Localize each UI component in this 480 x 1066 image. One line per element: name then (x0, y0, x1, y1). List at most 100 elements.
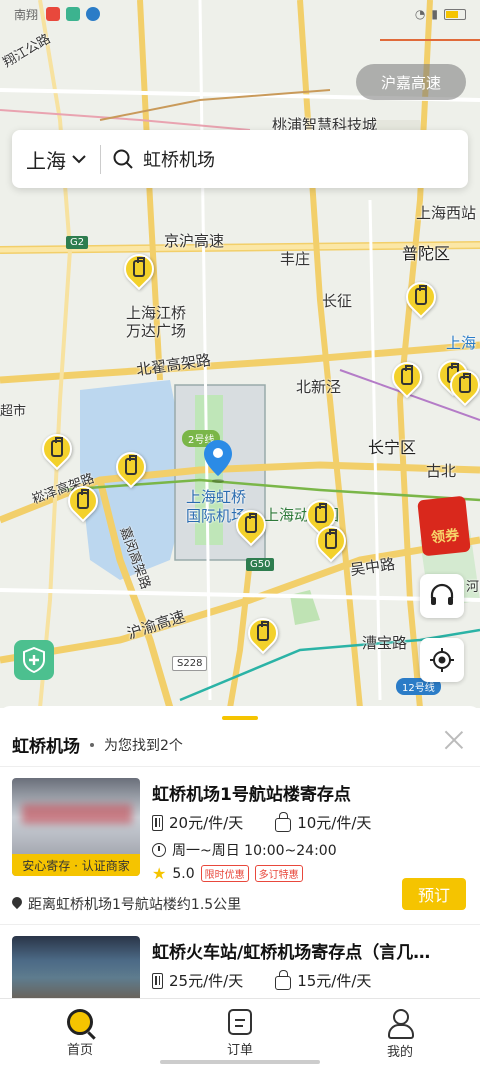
price-row: 25元/件/天 15元/件/天 (152, 969, 372, 991)
bag-price: 10元/件/天 (297, 814, 372, 832)
results-count: 为您找到2个 (104, 737, 183, 754)
map-label-river: 河 (466, 580, 480, 595)
bag-price: 15元/件/天 (297, 972, 372, 990)
city-selector[interactable]: 上海 (26, 144, 101, 174)
distance-row: 距离虹桥机场1号航站楼约1.5公里 (12, 894, 241, 914)
locate-me-button[interactable] (420, 638, 464, 682)
clock-icon (152, 843, 166, 857)
search-query: 虹桥机场 (143, 150, 215, 171)
home-indicator (160, 1060, 320, 1064)
verified-tag: 安心寄存 · 认证商家 (12, 854, 140, 876)
storage-pin[interactable] (385, 355, 429, 402)
tab-home-label: 首页 (66, 1043, 93, 1058)
safety-shield-button[interactable] (14, 640, 54, 680)
order-icon (228, 1009, 252, 1035)
coupon-button[interactable]: 领券 (417, 495, 471, 557)
storage-pin[interactable] (229, 503, 273, 550)
luggage-icon (125, 455, 137, 475)
location-icon (12, 897, 22, 911)
route-pill-label: 沪嘉高速 (380, 73, 441, 92)
storage-pin[interactable] (241, 611, 285, 658)
suitcase-price: 25元/件/天 (169, 972, 244, 990)
promo-badge: 多订特惠 (254, 865, 303, 882)
store-name: 虹桥火车站/虹桥机场寄存点（言几… (152, 943, 431, 963)
status-bar: 南翔 ◔ ▮ (0, 0, 480, 28)
tab-profile-label: 我的 (386, 1045, 413, 1060)
promo-badge: 限时优惠 (200, 865, 249, 882)
tab-profile[interactable]: 我的 (320, 999, 480, 1066)
luggage-icon (245, 513, 257, 533)
bottom-tab-bar: 首页 订单 我的 (0, 998, 480, 1066)
hours-row: 周一~周日 10:00~24:00 (152, 840, 337, 860)
suitcase-price: 20元/件/天 (169, 814, 244, 832)
search-bar[interactable]: 上海 虹桥机场 (12, 130, 468, 188)
tab-home[interactable]: 首页 (0, 999, 160, 1066)
results-header: 虹桥机场 为您找到2个 (12, 732, 183, 757)
customer-service-button[interactable] (420, 574, 464, 618)
status-carrier: 南翔 (14, 7, 39, 22)
divider (0, 766, 480, 767)
search-input[interactable]: 虹桥机场 (113, 146, 215, 172)
road-sign-g2: G2 (66, 236, 89, 249)
divider (0, 924, 480, 925)
map-label-caobao: 漕宝路 (362, 634, 408, 652)
storage-pin[interactable] (35, 427, 79, 474)
luggage-icon (325, 529, 337, 549)
storage-pin[interactable] (399, 275, 443, 322)
result-card[interactable]: 安心寄存 · 认证商家 虹桥机场1号航站楼寄存点 20元/件/天 10元/件/天… (12, 778, 468, 918)
map-label-fengzhuang: 丰庄 (280, 250, 311, 268)
result-card[interactable]: 虹桥火车站/虹桥机场寄存点（言几… 25元/件/天 15元/件/天 (12, 936, 468, 1000)
opening-hours: 周一~周日 10:00~24:00 (172, 843, 337, 859)
road-sign-s228: S228 (172, 656, 208, 671)
wifi-icon: ◔ (414, 7, 426, 21)
map-label-putuo: 普陀区 (402, 244, 451, 263)
city-name: 上海 (26, 148, 66, 173)
luggage-icon (77, 489, 89, 509)
map-view[interactable]: 翔江公路 桃浦智慧科技城 上海西站 京沪高速 普陀区 丰庄 长征 上海江桥 万达… (0, 0, 480, 708)
suitcase-icon (152, 814, 163, 831)
bag-icon (275, 969, 292, 990)
luggage-icon (315, 503, 327, 523)
storage-pin[interactable] (109, 445, 153, 492)
map-label-changning: 长宁区 (368, 438, 417, 457)
app-notification-icon (46, 7, 61, 21)
results-sheet: 虹桥机场 为您找到2个 安心寄存 · 认证商家 虹桥机场1号航站楼寄存点 20元… (0, 706, 480, 1000)
search-icon (113, 149, 133, 169)
route-pill[interactable]: 沪嘉高速 (356, 64, 466, 100)
map-label-gubei: 古北 (426, 462, 457, 480)
luggage-icon (401, 365, 413, 385)
profile-icon (386, 1009, 414, 1039)
price-row: 20元/件/天 10元/件/天 (152, 811, 372, 833)
map-label-shanghai-right: 上海 (446, 334, 477, 352)
storage-pin[interactable] (309, 519, 353, 566)
results-title: 虹桥机场 (12, 737, 80, 757)
drag-handle[interactable] (222, 716, 258, 720)
crosshair-icon (430, 648, 454, 672)
bag-icon (275, 811, 292, 832)
signal-icon: ▮ (431, 7, 438, 21)
storage-pin[interactable] (117, 247, 161, 294)
coupon-label: 领券 (430, 527, 460, 547)
map-label-shanghai-west: 上海西站 (416, 204, 477, 222)
tab-orders[interactable]: 订单 (160, 999, 320, 1066)
road-sign-g50: G50 (246, 558, 275, 571)
map-label-supermarket: 超市 (0, 404, 27, 419)
separator-dot (90, 742, 94, 747)
store-photo (12, 936, 140, 1000)
book-button[interactable]: 预订 (402, 878, 466, 910)
rating-value: 5.0 (172, 865, 195, 882)
luggage-icon (459, 373, 471, 393)
airport-location-pin-icon (204, 440, 232, 483)
storage-pin[interactable] (61, 479, 105, 526)
app-notification-icon (86, 7, 101, 21)
storage-pin[interactable] (443, 363, 480, 410)
star-icon: ★ (152, 864, 167, 883)
book-button-label: 预订 (417, 886, 450, 905)
shield-plus-icon (23, 647, 45, 673)
distance-text: 距离虹桥机场1号航站楼约1.5公里 (28, 897, 242, 913)
map-label-changzheng: 长征 (322, 292, 353, 310)
map-label-beixinjing: 北新泾 (296, 378, 342, 396)
battery-icon (444, 8, 466, 20)
close-icon[interactable] (442, 728, 466, 752)
luggage-icon (133, 257, 145, 277)
